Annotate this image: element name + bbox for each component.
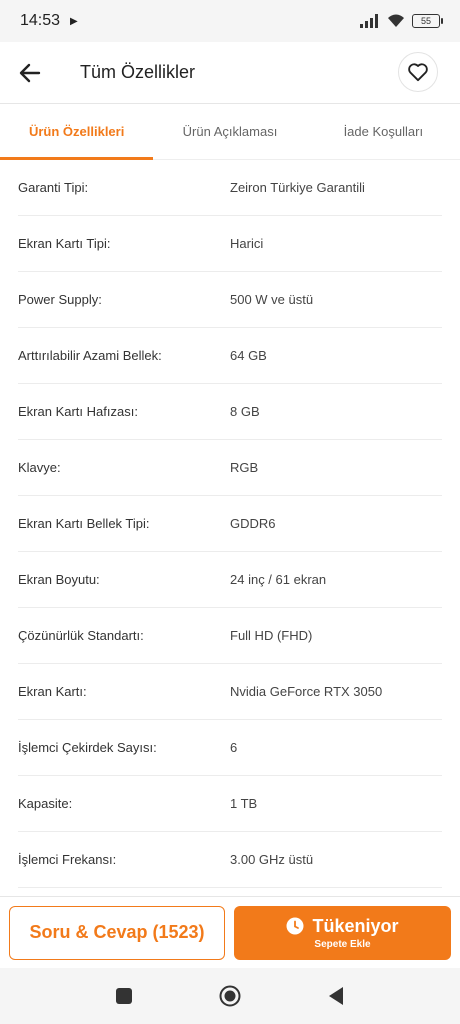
back-triangle-icon [329,987,343,1005]
page-title: Tüm Özellikler [80,62,196,82]
spec-row: Ekran Kartı: Nvidia GeForce RTX 3050 [18,664,442,720]
spec-label: Arttırılabilir Azami Bellek: [18,348,162,363]
spec-value: 6 [230,740,238,755]
status-bar: 14:53 ▶ 55 [0,0,460,42]
bottom-action-bar: Soru & Cevap (1523) Tükeniyor Sepete Ekl… [0,896,460,968]
spec-label: Garanti Tipi: [18,180,89,195]
tab-bar: Ürün Özellikleri Ürün Açıklaması İade Ko… [0,104,460,160]
system-back-button[interactable] [324,984,348,1008]
spec-label: Ekran Boyutu: [18,572,100,587]
spec-label: Klavye: [18,460,61,475]
spec-value: GDDR6 [230,516,276,531]
cart-title: Tükeniyor [312,915,399,936]
app-header: Tüm Özellikler [0,42,460,104]
spec-row: Kapasite: 1 TB [18,776,442,832]
spec-row: İşlemci Çekirdek Sayısı: 6 [18,720,442,776]
question-answer-button[interactable]: Soru & Cevap (1523) [9,905,225,960]
recents-square-icon [116,988,132,1004]
arrow-left-icon [19,63,41,82]
spec-row: Çözünürlük Standartı: Full HD (FHD) [18,608,442,664]
signal-icon [360,14,378,28]
home-circle-icon [219,985,241,1007]
battery-icon: 55 [412,14,443,28]
spec-value: 8 GB [230,404,260,419]
spec-row: Klavye: RGB [18,440,442,496]
heart-icon [408,63,428,82]
spec-row: Garanti Tipi: Zeiron Türkiye Garantili [18,160,442,216]
spec-value: Nvidia GeForce RTX 3050 [230,684,383,699]
back-button[interactable] [0,42,60,104]
spec-value: 64 GB [230,348,267,363]
spec-value: 500 W ve üstü [230,292,314,307]
spec-list[interactable]: Garanti Tipi: Zeiron Türkiye Garantili E… [0,160,460,896]
play-icon: ▶ [70,15,78,27]
spec-value: 3.00 GHz üstü [230,852,314,867]
spec-row: Power Supply: 500 W ve üstü [18,272,442,328]
recents-button[interactable] [112,984,136,1008]
add-to-cart-button[interactable]: Tükeniyor Sepete Ekle [234,905,451,960]
spec-label: İşlemci Çekirdek Sayısı: [18,740,157,755]
spec-label: Power Supply: [18,292,102,307]
spec-row: Ekran Kartı Bellek Tipi: GDDR6 [18,496,442,552]
spec-label: İşlemci Frekansı: [18,852,117,867]
spec-row: İşlemci Frekansı: 3.00 GHz üstü [18,832,442,888]
status-time: 14:53 [20,12,61,29]
system-nav-bar [0,968,460,1024]
spec-label: Ekran Kartı Hafızası: [18,404,138,419]
spec-label: Ekran Kartı Tipi: [18,236,111,251]
spec-label: Çözünürlük Standartı: [18,628,144,643]
cart-subtitle: Sepete Ekle [314,938,371,950]
spec-value: Full HD (FHD) [230,628,313,643]
spec-row: Arttırılabilir Azami Bellek: 64 GB [18,328,442,384]
tab-urun-ozellikleri[interactable]: Ürün Özellikleri [0,104,154,160]
spec-row: Ekran Boyutu: 24 inç / 61 ekran [18,552,442,608]
spec-value: RGB [230,460,259,475]
tab-urun-aciklamasi[interactable]: Ürün Açıklaması [153,104,306,159]
spec-row: Ekran Kartı Tipi: Harici [18,216,442,272]
wifi-icon [388,14,404,27]
spec-value: Harici [230,236,264,251]
home-button[interactable] [218,984,242,1008]
spec-value: 24 inç / 61 ekran [230,572,327,587]
favorite-button[interactable] [398,52,438,92]
clock-icon [286,917,304,935]
spec-row: Ekran Kartı Hafızası: 8 GB [18,384,442,440]
spec-value: Zeiron Türkiye Garantili [230,180,365,195]
spec-value: 1 TB [230,796,258,811]
spec-label: Ekran Kartı Bellek Tipi: [18,516,150,531]
status-icons: 55 [360,14,443,28]
tab-iade-kosullari[interactable]: İade Koşulları [307,104,460,159]
spec-label: Kapasite: [18,796,73,811]
spec-label: Ekran Kartı: [18,684,87,699]
battery-level: 55 [420,16,431,26]
cart-button-top: Tükeniyor [286,915,399,937]
